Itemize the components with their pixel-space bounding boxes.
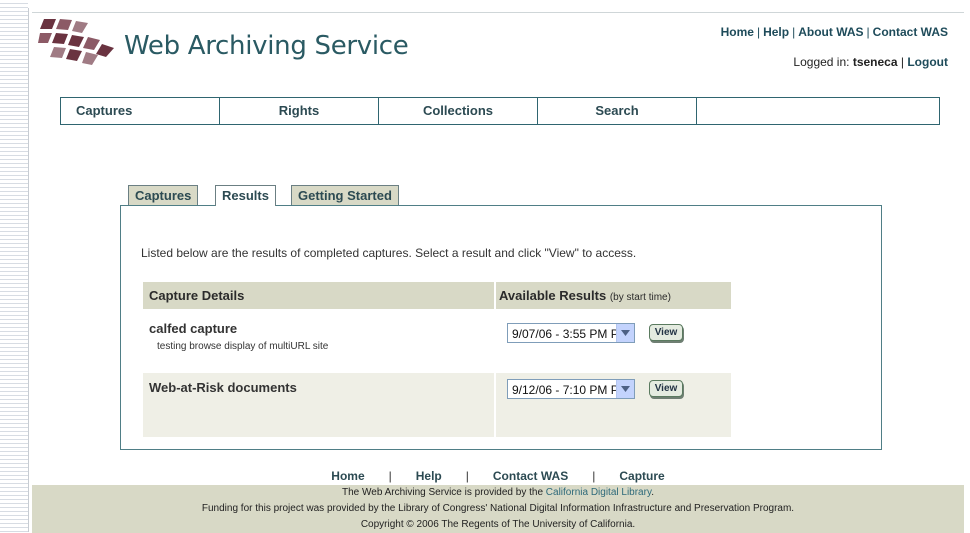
table-row: Web-at-Risk documents 9/12/06 - 7:10 PM … — [143, 373, 731, 437]
username: tseneca — [852, 55, 898, 69]
nav-search[interactable]: Search — [538, 98, 697, 124]
capture-description: testing browse display of multiURL site — [157, 341, 329, 352]
nav-rights[interactable]: Rights — [220, 98, 379, 124]
nav-collections[interactable]: Collections — [379, 98, 538, 124]
footer-links: Home | Help | Contact WAS | Capture — [331, 469, 665, 483]
nav-empty-cell — [697, 98, 939, 124]
page: Web Archiving Service Home | Help | About WA… — [32, 12, 964, 533]
results-intro: Listed below are the results of complete… — [141, 246, 637, 260]
capture-title: calfed capture — [149, 321, 238, 336]
chevron-down-icon[interactable] — [616, 324, 634, 342]
top-link-about[interactable]: About WAS — [798, 25, 863, 39]
view-button[interactable]: View — [649, 380, 683, 397]
result-select[interactable]: 9/12/06 - 7:10 PM P — [507, 379, 635, 399]
top-link-home[interactable]: Home — [721, 25, 754, 39]
logout-link[interactable]: Logout — [907, 55, 948, 69]
gutter-divider — [28, 8, 29, 532]
login-status: Logged in: tseneca | Logout — [793, 55, 948, 69]
nav-captures[interactable]: Captures — [61, 98, 220, 124]
view-button[interactable]: View — [649, 324, 683, 341]
results-table: Capture Details Available Results (by st… — [143, 282, 731, 437]
footer-link-help[interactable]: Help — [416, 469, 442, 483]
tab-results[interactable]: Results — [215, 185, 276, 206]
tab-getting-started[interactable]: Getting Started — [291, 185, 399, 205]
result-select-value: 9/12/06 - 7:10 PM P — [512, 383, 619, 397]
was-logo-icon — [38, 19, 114, 65]
footer-bar: The Web Archiving Service is provided by… — [32, 485, 964, 533]
tab-captures[interactable]: Captures — [128, 185, 199, 205]
table-header: Capture Details Available Results (by st… — [143, 282, 731, 309]
main-nav: Captures Rights Collections Search — [60, 97, 940, 125]
table-row: calfed capture testing browse display of… — [143, 309, 731, 373]
footer-link-home[interactable]: Home — [331, 469, 364, 483]
results-panel: Listed below are the results of complete… — [120, 205, 882, 450]
col-capture-details: Capture Details — [149, 288, 245, 303]
result-select-value: 9/07/06 - 3:55 PM P — [512, 327, 619, 341]
app-title: Web Archiving Service — [124, 31, 409, 61]
result-select[interactable]: 9/07/06 - 3:55 PM P — [507, 323, 635, 343]
footer-copyright: Copyright © 2006 The Regents of The Univ… — [360, 519, 636, 530]
chevron-down-icon[interactable] — [616, 380, 634, 398]
footer-link-contact[interactable]: Contact WAS — [493, 469, 568, 483]
top-link-contact[interactable]: Contact WAS — [873, 25, 948, 39]
page-gutter — [0, 0, 28, 532]
top-links: Home | Help | About WAS | Contact WAS — [720, 25, 948, 39]
footer-funding-line: Funding for this project was provided by… — [201, 503, 795, 514]
capture-title: Web-at-Risk documents — [149, 380, 297, 395]
col-available-results: Available Results (by start time) — [499, 288, 671, 303]
footer-provider-line: The Web Archiving Service is provided by… — [341, 487, 654, 498]
footer-link-capture[interactable]: Capture — [619, 469, 664, 483]
login-label: Logged in: — [793, 55, 850, 69]
cdl-link[interactable]: California Digital Library — [546, 487, 651, 498]
top-link-help[interactable]: Help — [763, 25, 789, 39]
